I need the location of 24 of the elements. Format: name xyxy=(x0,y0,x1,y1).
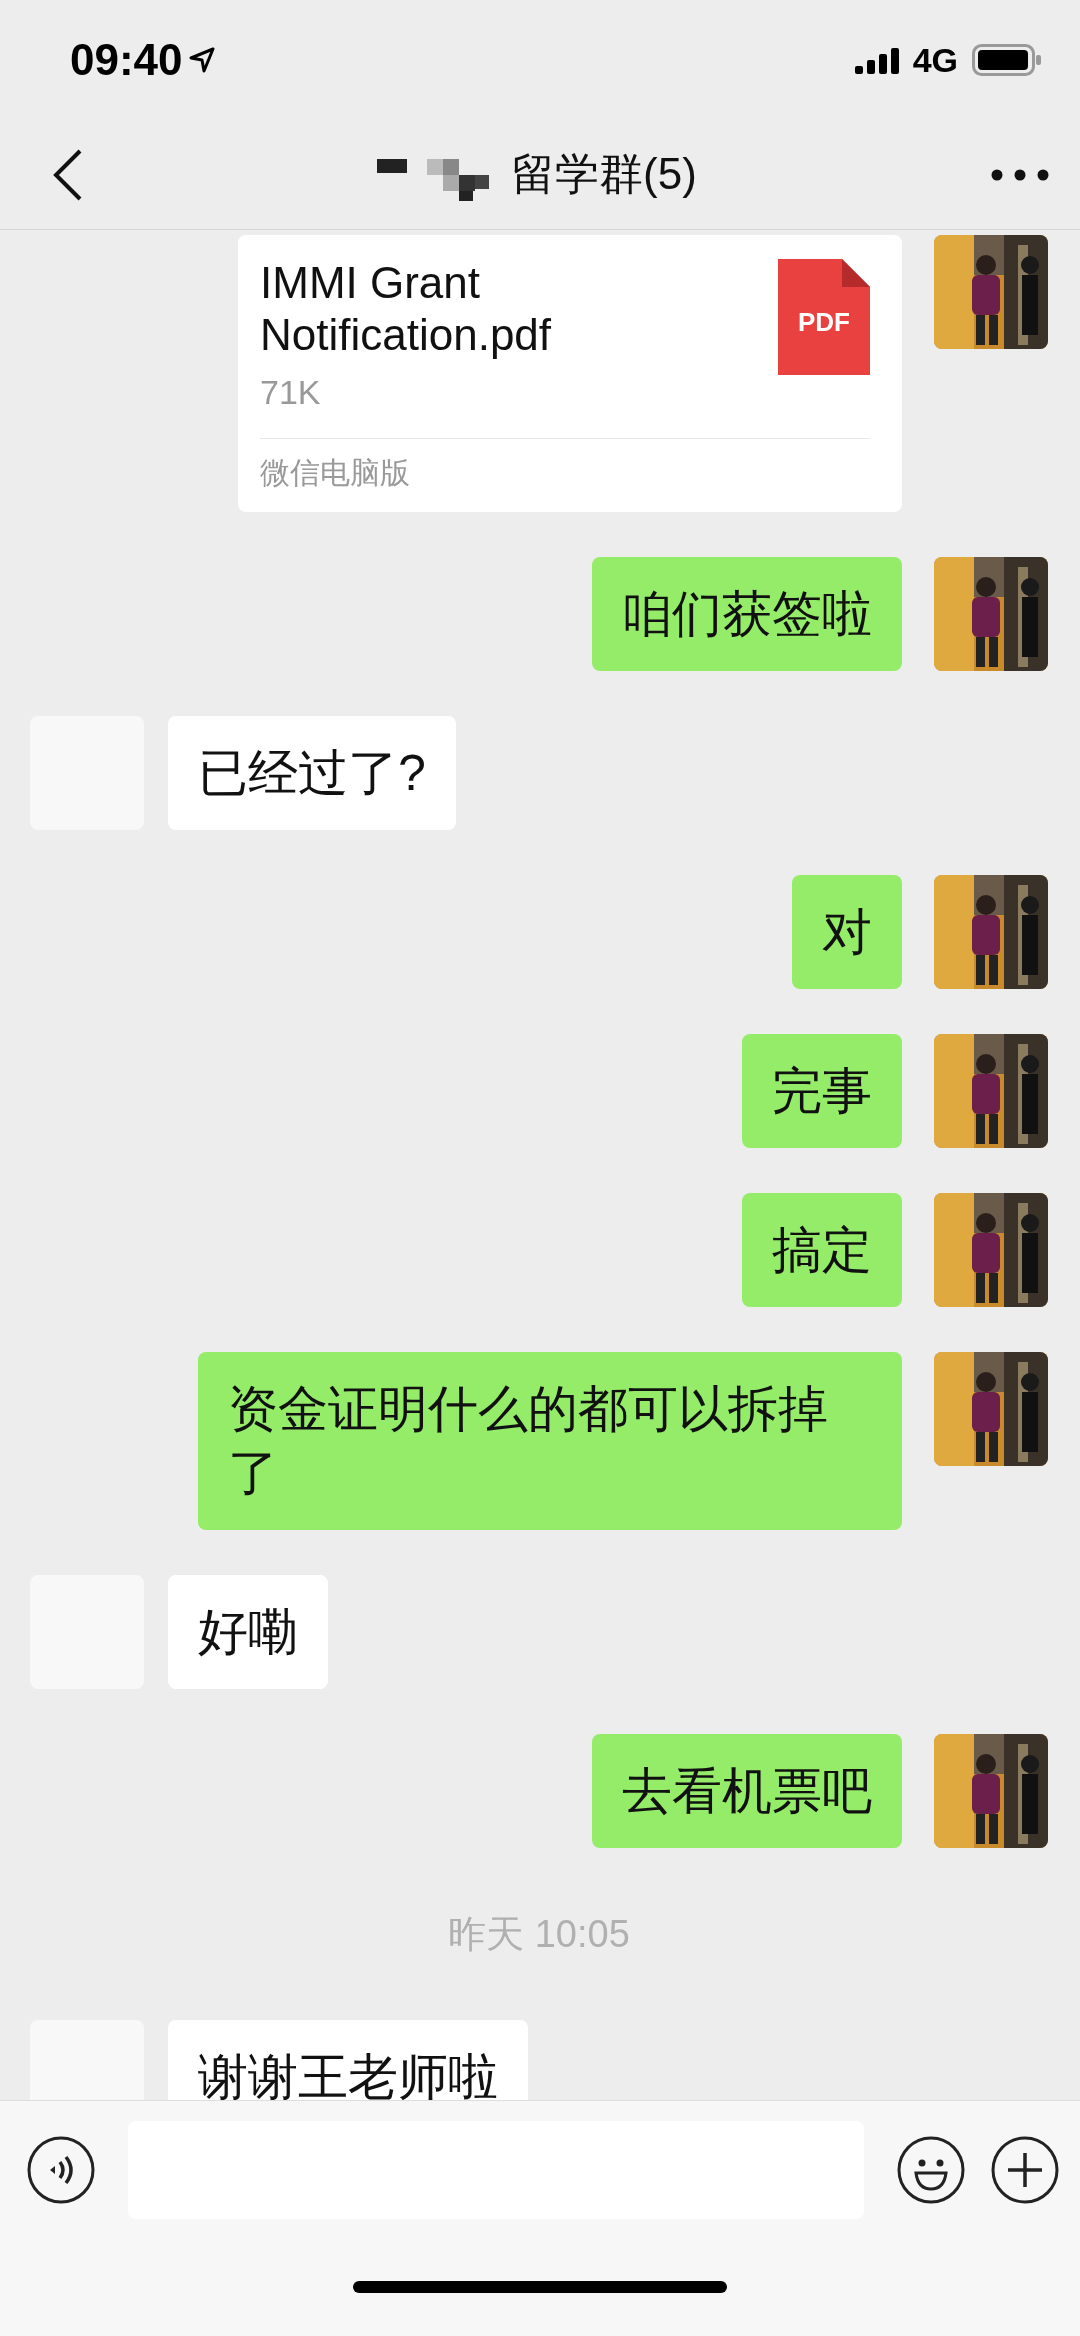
voice-icon[interactable] xyxy=(26,2135,96,2205)
plus-icon[interactable] xyxy=(990,2135,1060,2205)
emoji-icon[interactable] xyxy=(896,2135,966,2205)
source-label: 微信电脑版 xyxy=(260,438,870,512)
more-icon[interactable] xyxy=(990,167,1050,182)
pdf-file-icon: PDF xyxy=(778,259,870,375)
timestamp: 昨天 10:05 xyxy=(447,1912,631,1957)
message-bubble[interactable]: 对 xyxy=(792,875,902,989)
network-label: 4G xyxy=(912,40,958,80)
file-message[interactable]: IMMI Grant Notification.pdf 71K PDF 微信电脑版 xyxy=(238,235,902,512)
message-bubble[interactable]: 完事 xyxy=(742,1034,902,1148)
message-bubble[interactable]: 去看机票吧 xyxy=(592,1734,902,1848)
message-bubble[interactable]: 已经过了? xyxy=(168,716,456,830)
file-name: IMMI Grant Notification.pdf xyxy=(260,257,553,361)
file-size: 71K xyxy=(260,373,322,412)
signal-icon xyxy=(854,46,901,74)
message-bubble[interactable]: 搞定 xyxy=(742,1193,902,1307)
message-bubble[interactable]: 资金证明什么的都可以拆掉了 xyxy=(198,1352,902,1530)
status-time: 09:40 xyxy=(70,35,183,85)
message-bubble[interactable]: 咱们获签啦 xyxy=(592,557,902,671)
location-arrow-icon xyxy=(188,47,215,73)
chat-title: 留学群(5) xyxy=(511,148,697,200)
message-bubble[interactable]: 好嘞 xyxy=(168,1575,328,1689)
battery-icon xyxy=(972,44,1042,76)
